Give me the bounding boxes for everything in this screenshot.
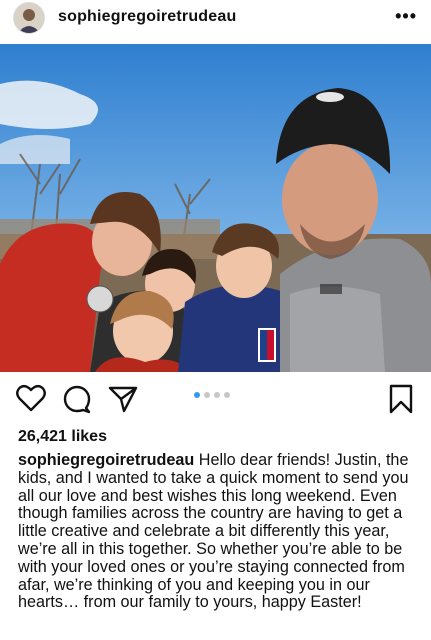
- caption-username[interactable]: sophiegregoiretrudeau: [18, 451, 194, 469]
- share-icon[interactable]: [108, 385, 138, 418]
- bookmark-icon[interactable]: [388, 384, 414, 419]
- carousel-dot: [214, 392, 220, 398]
- avatar[interactable]: [14, 3, 44, 33]
- caption-text: Hello dear friends! Justin, the kids, an…: [18, 451, 409, 612]
- more-options-icon[interactable]: •••: [395, 6, 417, 27]
- action-bar: [0, 380, 431, 420]
- post-photo[interactable]: [0, 44, 431, 372]
- carousel-dot: [194, 392, 200, 398]
- post-username[interactable]: sophiegregoiretrudeau: [58, 8, 236, 26]
- comment-icon[interactable]: [62, 384, 92, 419]
- carousel-indicator: [194, 392, 230, 398]
- heart-icon[interactable]: [16, 384, 46, 417]
- likes-count[interactable]: 26,421 likes: [18, 428, 107, 446]
- carousel-dot: [204, 392, 210, 398]
- post-header: sophiegregoiretrudeau •••: [0, 0, 431, 36]
- post-caption: sophiegregoiretrudeau Hello dear friends…: [18, 451, 418, 612]
- carousel-dot: [224, 392, 230, 398]
- family-photo-illustration: [0, 44, 431, 372]
